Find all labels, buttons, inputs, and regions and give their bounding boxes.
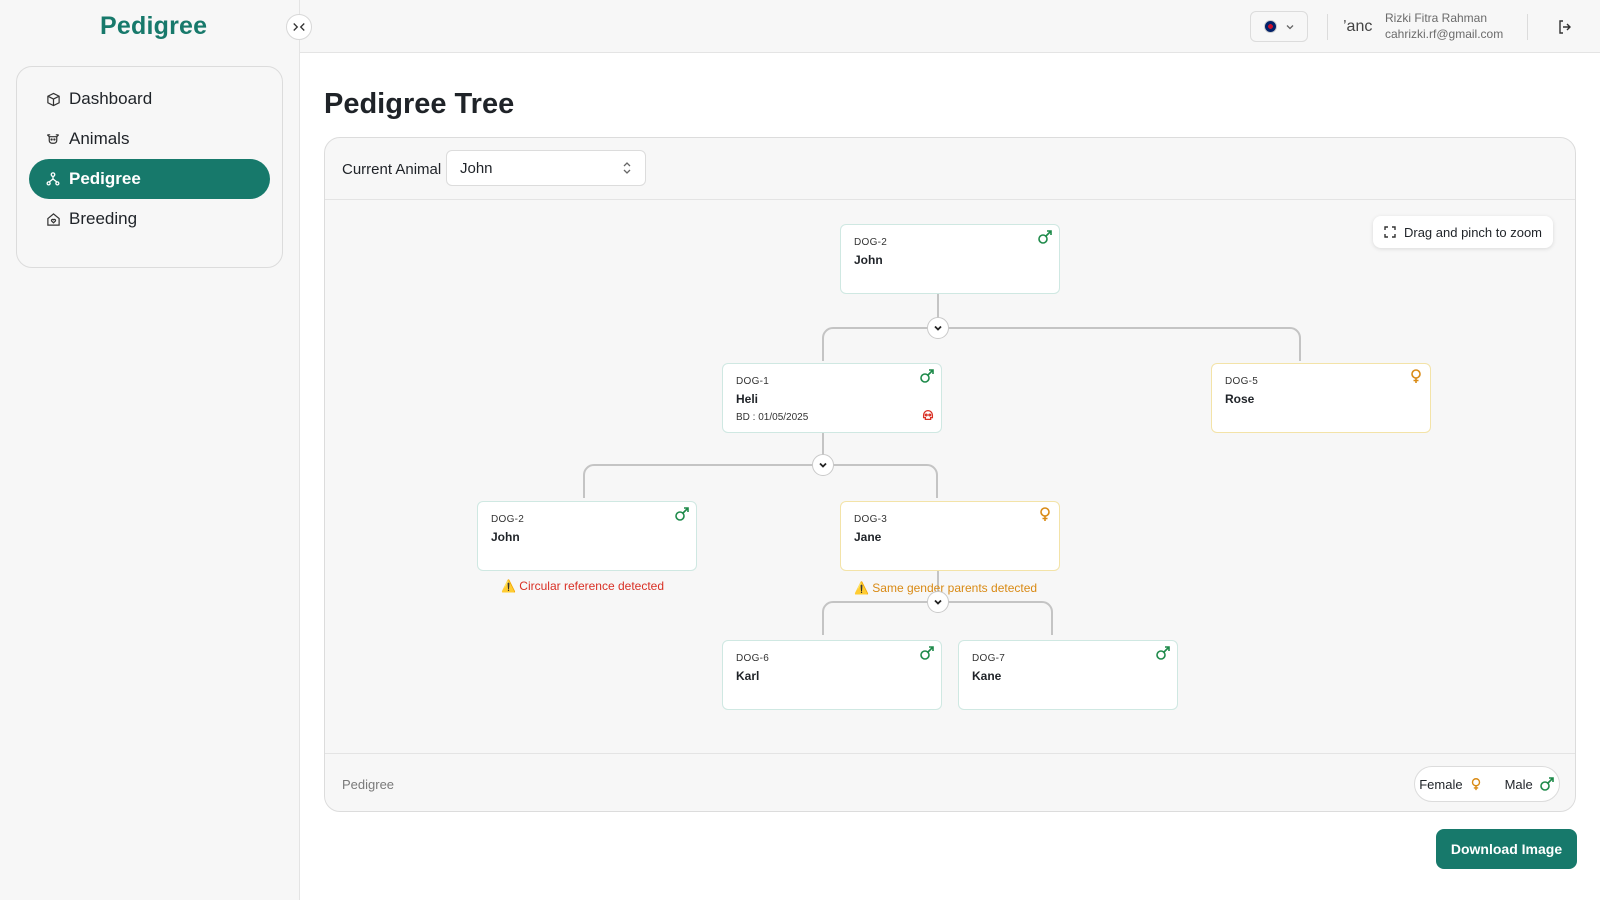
chevron-down-icon <box>1286 24 1293 29</box>
footer-label: Pedigree <box>342 777 395 792</box>
skull-icon <box>922 409 934 421</box>
sidebar-item-pedigree[interactable]: Pedigree <box>29 159 270 199</box>
animal-code: DOG-2 <box>854 237 888 248</box>
logout-icon <box>1559 20 1571 34</box>
sidebar-item-label: Breeding <box>69 209 138 228</box>
chevron-down-icon <box>934 325 942 331</box>
female-icon <box>1471 778 1480 791</box>
legend-female-label: Female <box>1419 776 1463 792</box>
expand-icon <box>1384 226 1396 238</box>
sidebar-item-breeding[interactable]: Breeding <box>29 199 270 239</box>
top-header: ’anc Rizki Fitra Rahman cahrizki.rf@gmai… <box>300 0 1600 53</box>
pedigree-node[interactable]: DOG-7 Kane <box>958 640 1178 710</box>
logout-button[interactable] <box>1553 15 1577 39</box>
zoom-hint-text: Drag and pinch to zoom <box>1403 224 1543 240</box>
user-email: cahrizki.rf@gmail.com <box>1385 27 1504 41</box>
animal-name: Kane <box>972 669 1002 683</box>
male-icon <box>1038 230 1052 244</box>
pedigree-node[interactable]: DOG-1 Heli BD : 01/05/2025 <box>722 363 942 433</box>
sidebar-item-label: Animals <box>69 129 130 148</box>
language-selector[interactable] <box>1250 11 1308 42</box>
legend-male-label: Male <box>1504 776 1533 792</box>
animal-code: DOG-5 <box>1225 376 1259 387</box>
pedigree-node[interactable]: DOG-2 John <box>477 501 697 571</box>
user-name: Rizki Fitra Rahman <box>1385 11 1488 25</box>
male-icon <box>1539 777 1554 791</box>
male-icon <box>1156 646 1170 660</box>
animal-name: John <box>854 253 883 267</box>
current-animal-select[interactable]: John <box>446 150 646 186</box>
expand-toggle-button[interactable] <box>927 591 949 613</box>
female-icon <box>1411 369 1421 383</box>
pedigree-canvas[interactable]: Drag and pinch to zoom DOG-2 John DOG-1 … <box>325 200 1575 753</box>
chevron-down-icon <box>819 462 827 468</box>
pedigree-node[interactable]: DOG-3 Jane <box>840 501 1060 571</box>
download-image-button[interactable]: Download Image <box>1436 829 1577 869</box>
pedigree-node[interactable]: DOG-6 Karl <box>722 640 942 710</box>
brand-logo[interactable]: Pedigree <box>100 12 207 41</box>
animal-name: Rose <box>1225 392 1255 406</box>
sidebar-collapse-button[interactable] <box>286 14 312 40</box>
collapse-icon <box>293 23 305 31</box>
male-icon <box>675 507 689 521</box>
current-animal-label: Current Animal <box>342 161 442 178</box>
sidebar-item-label: Dashboard <box>69 89 153 108</box>
animal-code: DOG-1 <box>736 376 770 387</box>
avatar[interactable]: ’anc <box>1343 9 1379 45</box>
sidebar-item-label: Pedigree <box>69 169 141 188</box>
home-heart-icon <box>45 211 61 227</box>
card-footer: Pedigree Female Male <box>325 753 1575 811</box>
sidebar-nav: Dashboard Animals Pedigree Breeding <box>16 66 283 268</box>
chevron-down-icon <box>934 599 942 605</box>
uk-flag-icon <box>1263 20 1277 33</box>
male-icon <box>920 369 934 383</box>
animal-name: Jane <box>854 530 882 544</box>
box-icon <box>45 91 61 107</box>
animal-code: DOG-6 <box>736 653 770 664</box>
male-icon <box>920 646 934 660</box>
same-gender-warning: ⚠️ Same gender parents detected <box>854 581 1038 595</box>
sidebar: Pedigree Dashboard Animals Pedigree Bree… <box>0 0 300 900</box>
animal-name: Karl <box>736 669 760 683</box>
animal-code: DOG-2 <box>491 514 525 525</box>
birth-date: BD : 01/05/2025 <box>736 412 809 423</box>
cow-icon <box>45 131 61 147</box>
page-title: Pedigree Tree <box>324 88 515 120</box>
animal-name: Heli <box>736 392 759 406</box>
zoom-hint: Drag and pinch to zoom <box>1373 216 1553 248</box>
pedigree-node[interactable]: DOG-2 John <box>840 224 1060 294</box>
pedigree-card: Current Animal John Drag and pinch to zo… <box>324 137 1576 812</box>
expand-toggle-button[interactable] <box>812 454 834 476</box>
animal-code: DOG-7 <box>972 653 1006 664</box>
card-toolbar: Current Animal John <box>325 138 1575 200</box>
header-divider <box>1527 14 1528 40</box>
tree-icon <box>45 171 61 187</box>
header-divider <box>1327 14 1328 40</box>
pedigree-node[interactable]: DOG-5 Rose <box>1211 363 1431 433</box>
gender-legend: Female Male <box>1414 766 1560 802</box>
chevron-up-down-icon <box>623 162 631 174</box>
current-animal-value: John <box>460 159 493 177</box>
avatar-broken-image: ’anc <box>1343 18 1373 35</box>
circular-reference-warning: ⚠️ Circular reference detected <box>501 579 665 593</box>
sidebar-item-dashboard[interactable]: Dashboard <box>29 79 270 119</box>
sidebar-item-animals[interactable]: Animals <box>29 119 270 159</box>
animal-code: DOG-3 <box>854 514 888 525</box>
animal-name: John <box>491 530 520 544</box>
expand-toggle-button[interactable] <box>927 317 949 339</box>
female-icon <box>1040 507 1050 521</box>
